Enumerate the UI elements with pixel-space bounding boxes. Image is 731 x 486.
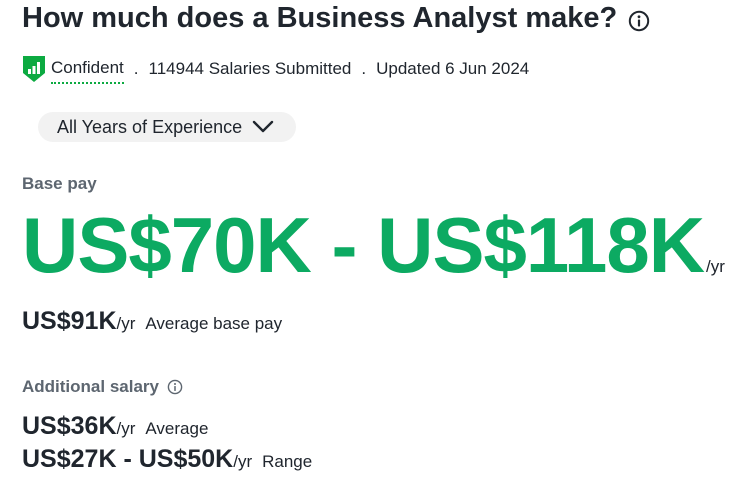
chevron-down-icon — [252, 120, 274, 134]
base-pay-range-value: US$70K - US$118K — [22, 201, 705, 289]
base-pay-label: Base pay — [22, 174, 97, 193]
additional-salary-label: Additional salary — [22, 377, 159, 396]
additional-salary-average-label: Average — [145, 419, 209, 438]
additional-salary-range-row: US$27K - US$50K /yr Range — [22, 445, 312, 474]
info-icon[interactable] — [167, 379, 183, 395]
info-icon[interactable] — [628, 10, 650, 32]
additional-salary-range-unit: /yr — [233, 452, 253, 471]
average-base-pay-row: US$91K /yr Average base pay — [22, 307, 282, 336]
page-title-row: How much does a Business Analyst make? — [22, 2, 650, 35]
experience-filter-dropdown[interactable]: All Years of Experience — [38, 112, 296, 142]
additional-salary-range-amount: US$27K - US$50K — [22, 445, 234, 473]
additional-salary-average-unit: /yr — [116, 419, 136, 438]
additional-salary-heading: Additional salary — [22, 377, 183, 397]
separator-dot: . — [133, 59, 139, 78]
average-base-pay-label: Average base pay — [145, 314, 283, 333]
additional-salary-range-label: Range — [262, 452, 313, 471]
salaries-submitted-count: 114944 Salaries Submitted — [148, 59, 352, 78]
confidence-shield-icon — [22, 55, 46, 83]
average-base-pay-unit: /yr — [116, 314, 136, 333]
average-base-pay-amount: US$91K — [22, 307, 117, 335]
additional-salary-average-amount: US$36K — [22, 412, 117, 440]
updated-date: Updated 6 Jun 2024 — [376, 59, 530, 78]
base-pay-range: US$70K - US$118K /yr — [22, 206, 725, 284]
base-pay-range-unit: /yr — [706, 257, 725, 276]
additional-salary-average-row: US$36K /yr Average — [22, 412, 208, 441]
confidence-label[interactable]: Confident — [51, 58, 124, 84]
salary-meta-row: Confident . 114944 Salaries Submitted . … — [22, 55, 530, 84]
experience-filter-label: All Years of Experience — [57, 116, 243, 137]
separator-dot: . — [361, 59, 367, 78]
base-pay-heading: Base pay — [22, 174, 97, 194]
page-title: How much does a Business Analyst make? — [22, 2, 618, 34]
